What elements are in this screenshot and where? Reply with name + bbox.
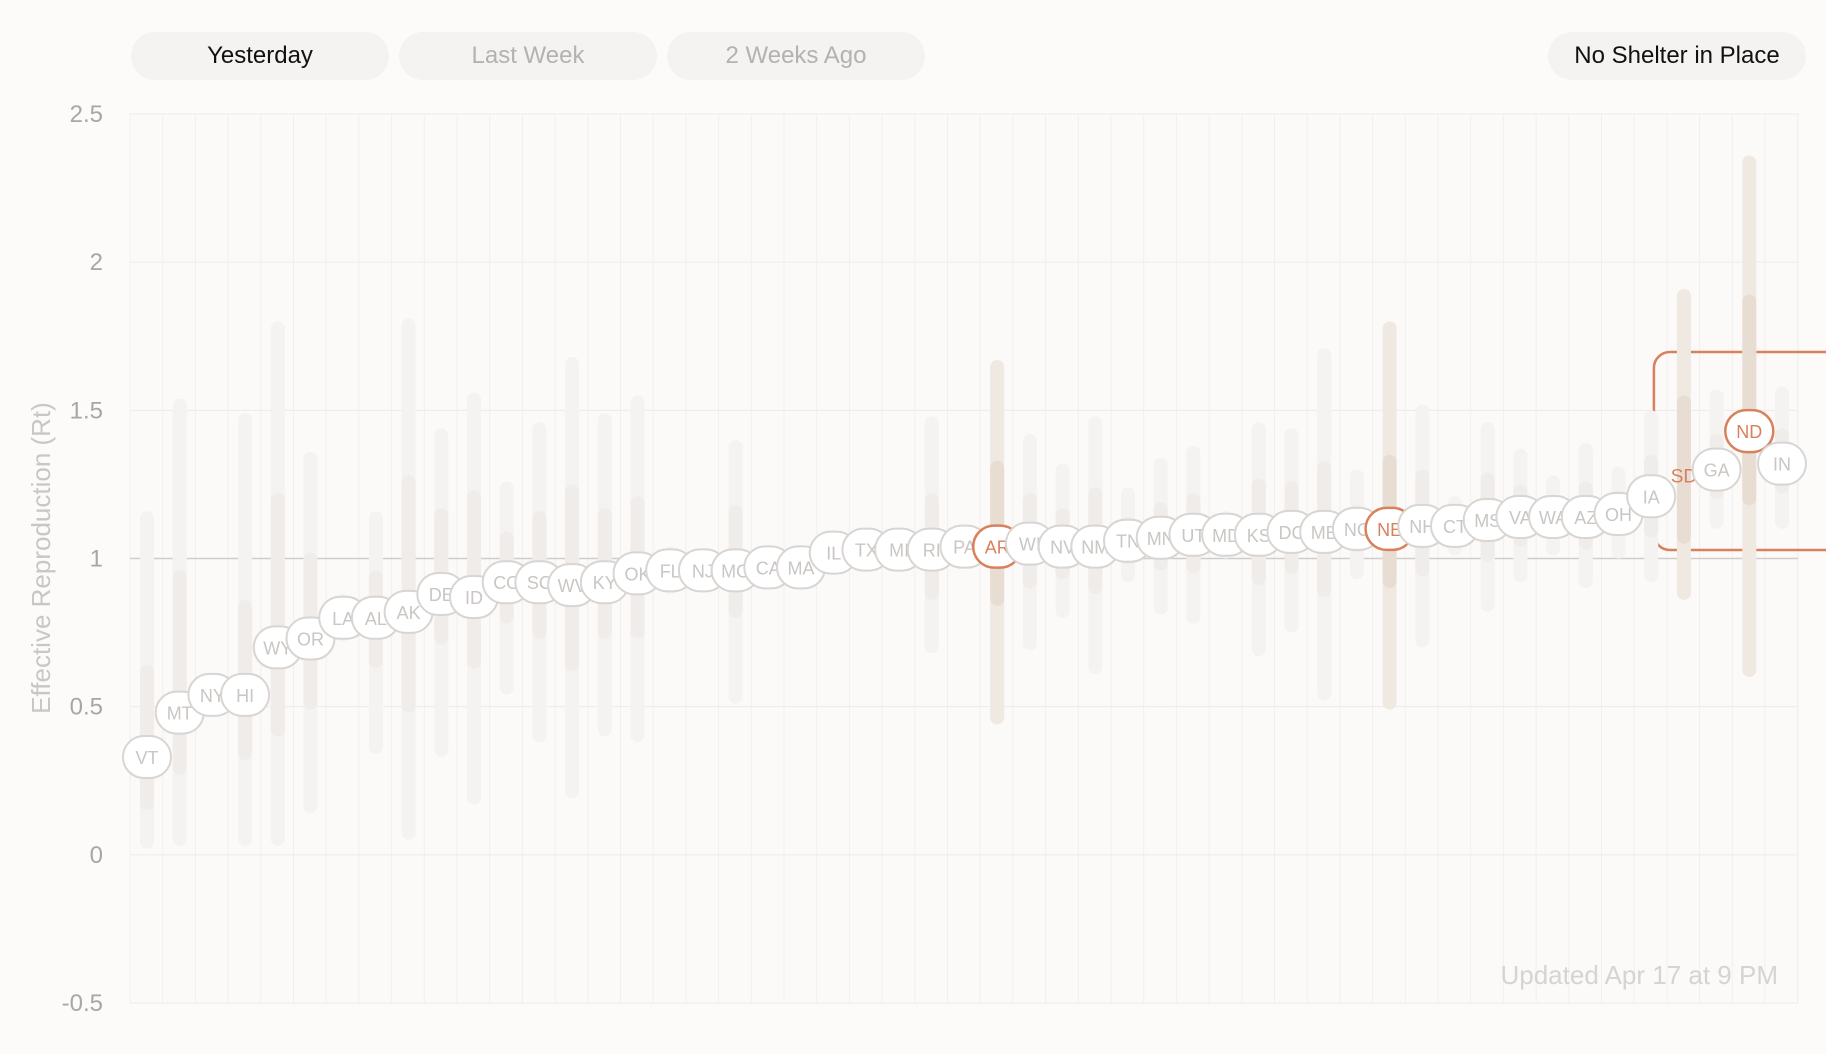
marker-label: VT [135, 748, 158, 768]
state-marker-nd: ND [1724, 408, 1775, 454]
marker-label: OH [1605, 505, 1632, 525]
marker-label: HI [236, 686, 254, 706]
state-marker-in: IN [1757, 441, 1807, 486]
marker-label: RI [923, 541, 941, 561]
marker-label: IL [826, 544, 841, 564]
marker-label: ND [1736, 422, 1762, 442]
y-axis-ticks: 2.5 2 1.5 1 0.5 0 -0.5 [62, 101, 103, 1017]
marker-label: IN [1773, 455, 1791, 475]
y-tick-label: 0 [90, 842, 103, 869]
marker-label: AK [397, 603, 421, 623]
state-marker-ga: GA [1691, 447, 1742, 492]
marker-label: ID [465, 588, 483, 608]
marker-label: IA [1643, 487, 1660, 507]
marker-label: WI [1019, 535, 1041, 555]
y-tick-label: 1 [90, 546, 103, 573]
marker-label: GA [1704, 461, 1730, 481]
state-marker-vt: VT [122, 735, 172, 780]
rt-chart: 2.5 2 1.5 1 0.5 0 -0.5 Effective Reproduction (… [26, 101, 1826, 1017]
state-marker-ia: IA [1626, 474, 1677, 519]
y-tick-label: -0.5 [62, 990, 103, 1017]
y-axis-label: Effective Reproduction (Rt) [26, 402, 56, 714]
y-tick-label: 2 [90, 249, 103, 276]
y-tick-label: 1.5 [70, 397, 103, 424]
y-tick-label: 0.5 [70, 694, 103, 721]
marker-label: NJ [692, 561, 714, 581]
interval-80-wy [270, 493, 285, 737]
marker-label: OR [297, 630, 324, 650]
marker-label: MA [788, 558, 815, 578]
updated-timestamp: Updated Apr 17 at 9 PM [1500, 960, 1778, 990]
state-marker-hi: HI [220, 672, 271, 717]
interval-80-mt [172, 570, 187, 775]
marker-label: MI [889, 541, 909, 561]
marker-label: FL [660, 561, 681, 581]
marker-label: MT [167, 704, 193, 724]
interval-80-nd [1742, 294, 1757, 506]
y-tick-label: 2.5 [70, 101, 103, 128]
marker-label: LA [332, 609, 354, 629]
